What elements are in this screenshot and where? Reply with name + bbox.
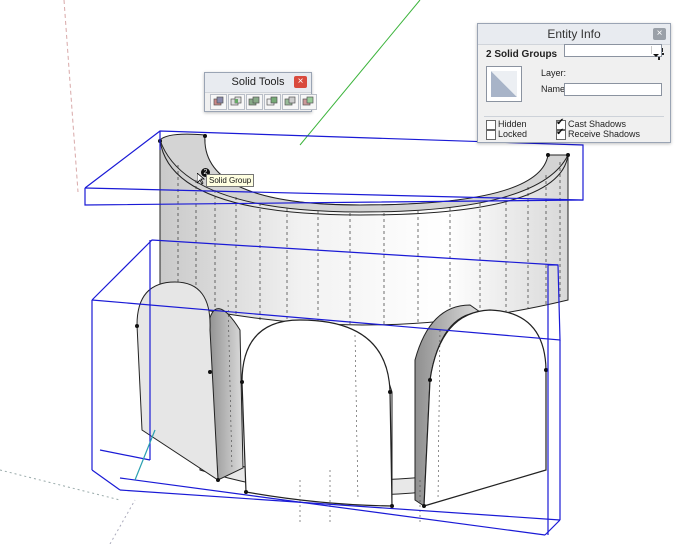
left-arch-front[interactable] <box>136 281 219 481</box>
solid-tools-palette[interactable]: Solid Tools × <box>204 72 317 112</box>
name-input[interactable] <box>564 83 662 96</box>
solid-tools-close-button[interactable]: × <box>294 76 307 88</box>
curved-wall-face[interactable] <box>159 139 569 326</box>
intersect-icon[interactable] <box>228 94 245 110</box>
green-axis <box>299 0 421 146</box>
right-arch-front[interactable] <box>423 309 547 507</box>
union-icon[interactable] <box>246 94 263 110</box>
trim-icon[interactable] <box>282 94 299 110</box>
locked-checkbox[interactable] <box>486 130 496 140</box>
subtract-icon[interactable] <box>264 94 281 110</box>
hidden-label: Hidden <box>498 119 527 129</box>
entity-info-close-button[interactable]: × <box>653 28 666 40</box>
material-swatch[interactable] <box>486 66 522 102</box>
panel-divider <box>484 116 664 117</box>
checkmark-icon: ✔ <box>556 127 565 138</box>
solid-tools-toolbar <box>210 94 317 110</box>
split-icon[interactable] <box>300 94 317 110</box>
chevron-down-icon <box>651 46 660 57</box>
blue-axis-dotted <box>0 469 121 501</box>
cast-shadows-label: Cast Shadows <box>568 119 627 129</box>
layer-label: Layer: <box>541 68 567 78</box>
entity-info-title: Entity Info <box>478 24 670 45</box>
receive-shadows-checkbox[interactable]: ✔ <box>556 127 566 140</box>
locked-label: Locked <box>498 129 528 139</box>
red-axis <box>63 0 79 193</box>
hidden-checkbox[interactable] <box>486 120 496 130</box>
solid-group-tooltip: Solid Group <box>206 174 255 187</box>
blue-axis <box>134 429 156 481</box>
layer-select[interactable] <box>564 44 662 57</box>
blue-axis-tail <box>109 499 136 544</box>
outer-shell-icon[interactable] <box>210 94 227 110</box>
middle-arch-front[interactable] <box>241 319 393 507</box>
selection-label: 2 Solid Groups <box>486 49 558 60</box>
receive-shadows-label: Receive Shadows <box>568 129 641 139</box>
